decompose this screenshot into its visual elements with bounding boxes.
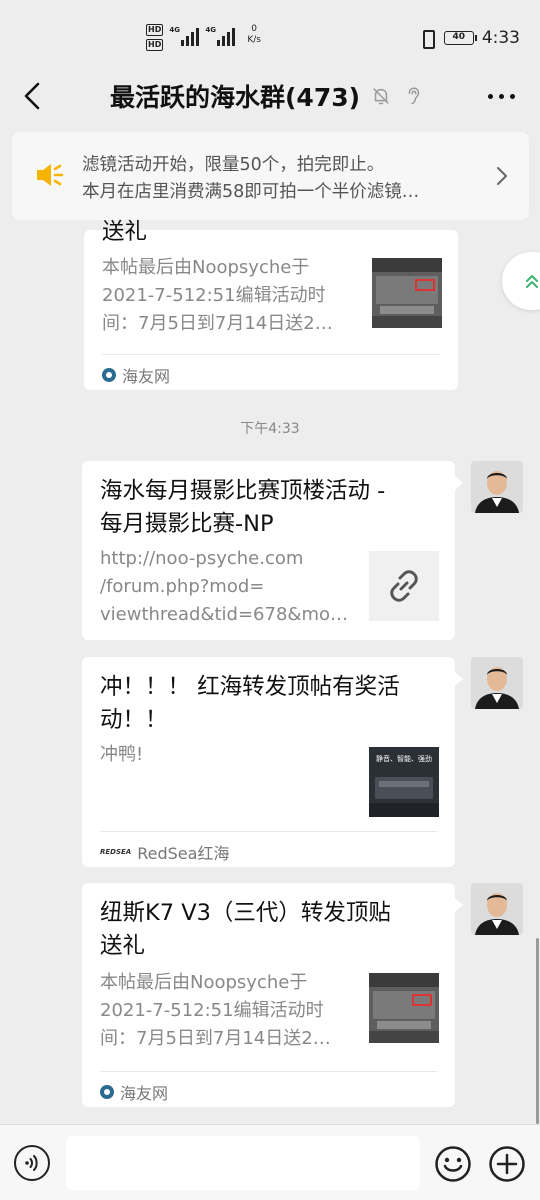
site-logo-icon (102, 368, 116, 382)
message-card[interactable]: 纽斯K7 V3（三代）转发顶贴 送礼 本帖最后由Noopsyche于 2021-… (82, 883, 455, 1107)
double-chevron-up-icon (526, 275, 538, 288)
back-arrow-icon (24, 82, 40, 110)
card-thumbnail (372, 258, 442, 328)
ear-icon (408, 87, 420, 105)
chevron-right-icon (497, 167, 507, 185)
avatar[interactable] (471, 657, 523, 709)
message-input[interactable] (66, 1136, 420, 1190)
scroll-to-top-button[interactable] (502, 252, 540, 310)
group-notice-banner[interactable]: 滤镜活动开始，限量50个，拍完即止。 本月在店里消费满58即可拍一个半价滤镜… (12, 132, 529, 220)
card-title: 冲！！！ 红海转发顶帖有奖活 动！！ (100, 674, 400, 733)
mute-bell-icon (373, 88, 389, 105)
avatar[interactable] (471, 883, 523, 935)
status-bar: HD HD 4G 4G 0 K/s 40 4:33 (0, 0, 540, 72)
plus-icon[interactable] (488, 1145, 526, 1183)
card-thumbnail (369, 973, 439, 1043)
back-button[interactable] (14, 76, 54, 116)
card-description: 冲鸭! (100, 744, 144, 765)
redsea-logo-icon: REDSEA (100, 848, 132, 856)
notice-line-2: 本月在店里消费满58即可拍一个半价滤镜… (82, 182, 420, 202)
battery-icon: 40 (443, 31, 477, 45)
link-icon (390, 570, 418, 602)
card-title: 纽斯K7 V3（三代）转发顶贴 送礼 (100, 900, 391, 959)
link-thumbnail (369, 551, 439, 621)
message-card[interactable]: 海水每月摄影比赛顶楼活动 - 每月摄影比赛-NP http://noo-psyc… (82, 461, 455, 640)
card-description: 本帖最后由Noopsyche于 2021-7-512:51编辑活动时 间：7月5… (100, 972, 331, 1049)
signal-icon: 4G (205, 24, 236, 46)
voice-icon (25, 1155, 38, 1171)
chat-header: 最活跃的海水群(473) (0, 72, 540, 120)
card-description: 本帖最后由Noopsyche于 2021-7-512:51编辑活动时 间：7月5… (102, 257, 333, 334)
chat-title[interactable]: 最活跃的海水群(473) (110, 78, 360, 114)
card-source: 海友网 (100, 1080, 168, 1104)
network-indicators: HD HD 4G 4G 0 K/s (146, 24, 261, 51)
card-title: 送礼 (102, 219, 148, 245)
message-timestamp: 下午4:33 (240, 421, 300, 437)
card-thumbnail: 静音、智能、强劲 (369, 747, 439, 817)
speaker-icon (37, 164, 64, 186)
card-title: 海水每月摄影比赛顶楼活动 - 每月摄影比赛-NP (100, 478, 386, 537)
vibrate-icon (418, 29, 436, 49)
more-icon (488, 93, 493, 99)
signal-icon: 4G (169, 24, 200, 46)
scrollbar[interactable] (536, 938, 539, 1124)
card-source: 海友网 (102, 363, 170, 387)
notice-line-1: 滤镜活动开始，限量50个，拍完即止。 (82, 155, 385, 175)
card-source: REDSEA RedSea红海 (100, 844, 230, 863)
network-speed: 0 K/s (247, 24, 261, 45)
card-description: http://noo-psyche.com /forum.php?mod= vi… (100, 548, 348, 625)
thumbnail-caption: 静音、智能、强劲 (376, 754, 432, 763)
input-bar (0, 1124, 540, 1200)
hd-badge: HD (146, 24, 164, 36)
clock: 4:33 (481, 28, 520, 48)
voice-button[interactable] (14, 1145, 50, 1181)
avatar[interactable] (471, 461, 523, 513)
message-card[interactable]: 送礼 本帖最后由Noopsyche于 2021-7-512:51编辑活动时 间：… (84, 219, 458, 390)
emoji-icon[interactable] (434, 1145, 472, 1183)
message-card[interactable]: 冲！！！ 红海转发顶帖有奖活 动！！ 冲鸭! 静音、智能、强劲 REDSEA R… (82, 657, 455, 867)
more-button[interactable] (488, 86, 518, 106)
hd-badge: HD (146, 39, 164, 51)
site-logo-icon (100, 1085, 114, 1099)
